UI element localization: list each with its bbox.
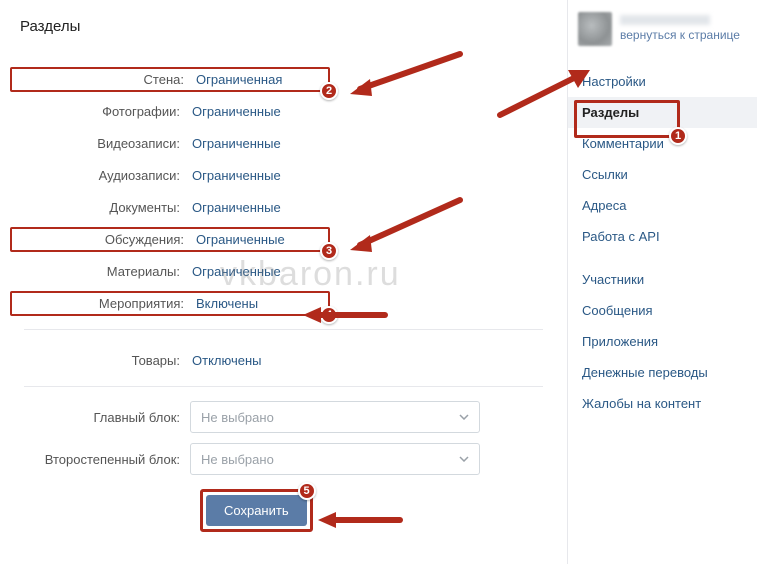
annotation-badge-3: 3 (320, 242, 338, 260)
setting-value-goods[interactable]: Отключены (190, 353, 320, 368)
secondary-block-select[interactable]: Не выбрано (190, 443, 480, 475)
annotation-badge-5: 5 (298, 482, 316, 500)
save-button[interactable]: Сохранить (206, 495, 307, 526)
setting-value-materials[interactable]: Ограниченные (190, 264, 320, 279)
divider (24, 329, 543, 330)
annotation-badge-2: 2 (320, 82, 338, 100)
page-title: Разделы (20, 18, 557, 35)
setting-label-docs: Документы: (10, 200, 190, 215)
divider (24, 386, 543, 387)
setting-value-audios[interactable]: Ограниченные (190, 168, 320, 183)
main-block-select[interactable]: Не выбрано (190, 401, 480, 433)
block-label-secondary: Второстепенный блок: (10, 452, 190, 467)
setting-label-materials: Материалы: (10, 264, 190, 279)
sidebar-item-apps[interactable]: Приложения (568, 326, 757, 357)
highlight-save: Сохранить 5 (200, 489, 313, 532)
profile-name-blurred (620, 15, 710, 25)
avatar (578, 12, 612, 46)
highlight-events: Мероприятия: Включены 4 (10, 291, 330, 316)
profile-block[interactable]: вернуться к странице (568, 6, 757, 58)
sidebar-item-sections[interactable]: Разделы (568, 97, 757, 128)
chevron-down-icon (459, 456, 469, 462)
sidebar-item-comments[interactable]: Комментарии (568, 128, 757, 159)
sidebar-item-links[interactable]: Ссылки (568, 159, 757, 190)
setting-value-discussions[interactable]: Ограниченные (194, 231, 324, 248)
sidebar-item-money[interactable]: Денежные переводы (568, 357, 757, 388)
sidebar-item-members[interactable]: Участники (568, 264, 757, 295)
block-label-main: Главный блок: (10, 410, 190, 425)
setting-value-wall[interactable]: Ограниченная (194, 71, 324, 88)
chevron-down-icon (459, 414, 469, 420)
setting-label-photos: Фотографии: (10, 104, 190, 119)
setting-value-events[interactable]: Включены (194, 295, 324, 312)
highlight-wall: Стена: Ограниченная 2 (10, 67, 330, 92)
settings-list: Стена: Ограниченная 2 Фотографии: Ограни… (10, 63, 557, 319)
annotation-badge-4: 4 (320, 306, 338, 324)
setting-label-audios: Аудиозаписи: (10, 168, 190, 183)
sidebar-item-reports[interactable]: Жалобы на контент (568, 388, 757, 419)
setting-value-videos[interactable]: Ограниченные (190, 136, 320, 151)
back-to-page-link[interactable]: вернуться к странице (620, 28, 740, 43)
secondary-block-select-text: Не выбрано (201, 452, 274, 467)
main-panel: Разделы Стена: Ограниченная 2 Фотографии… (0, 0, 567, 564)
sidebar-list: Настройки Разделы Комментарии Ссылки Адр… (568, 66, 757, 419)
setting-label-discussions: Обсуждения: (14, 231, 194, 248)
setting-label-events: Мероприятия: (14, 295, 194, 312)
setting-label-videos: Видеозаписи: (10, 136, 190, 151)
sidebar-item-settings[interactable]: Настройки (568, 66, 757, 97)
setting-value-docs[interactable]: Ограниченные (190, 200, 320, 215)
main-block-select-text: Не выбрано (201, 410, 274, 425)
setting-label-wall: Стена: (14, 71, 194, 88)
sidebar-item-addresses[interactable]: Адреса (568, 190, 757, 221)
setting-label-goods: Товары: (10, 353, 190, 368)
setting-value-photos[interactable]: Ограниченные (190, 104, 320, 119)
highlight-discussions: Обсуждения: Ограниченные 3 (10, 227, 330, 252)
sidebar-item-messages[interactable]: Сообщения (568, 295, 757, 326)
sidebar-item-api[interactable]: Работа с API (568, 221, 757, 252)
sidebar: вернуться к странице Настройки Разделы К… (567, 0, 757, 564)
